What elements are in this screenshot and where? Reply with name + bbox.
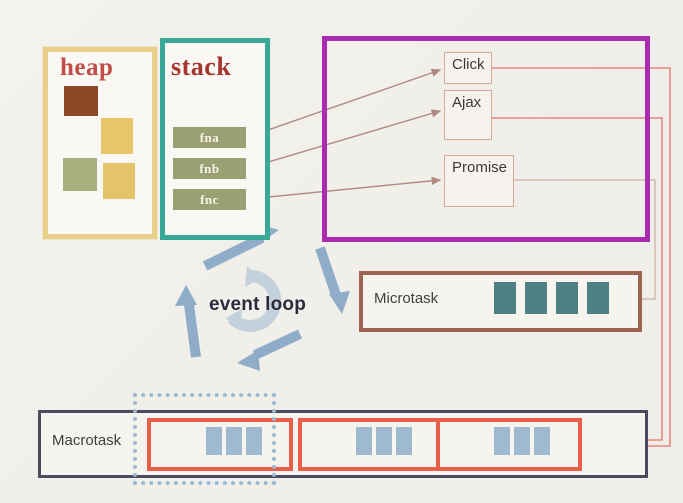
event-loop-label: event loop — [209, 294, 307, 315]
web-api-click[interactable]: Click — [444, 52, 492, 84]
heap-object — [103, 163, 135, 199]
heap-object — [101, 118, 133, 154]
macrotask-label: Macrotask — [52, 432, 122, 449]
macrotask-cell — [376, 427, 392, 455]
stack-frame-fnc[interactable]: fnc — [173, 189, 246, 210]
macrotask-cell — [356, 427, 372, 455]
macrotask-cell — [396, 427, 412, 455]
arrow-to-microtask — [315, 246, 350, 314]
diagram-canvas: heap stack fna fnb fnc Click Ajax Promis… — [0, 0, 683, 503]
web-api-ajax[interactable]: Ajax — [444, 90, 492, 140]
microtask-cell — [525, 282, 547, 314]
heap-object — [64, 86, 98, 116]
macrotask-cell — [534, 427, 550, 455]
heap-title: heap — [60, 54, 114, 81]
heap-object — [63, 158, 97, 191]
macrotask-cell — [494, 427, 510, 455]
stack-title: stack — [171, 52, 232, 81]
stack-frame-fna[interactable]: fna — [173, 127, 246, 148]
macrotask-cell — [514, 427, 530, 455]
web-api-promise[interactable]: Promise — [444, 155, 514, 207]
stack-frame-fnb[interactable]: fnb — [173, 158, 246, 179]
arrow-to-heap — [175, 285, 201, 358]
microtask-cell — [556, 282, 578, 314]
microtask-label: Microtask — [374, 290, 439, 307]
microtask-cell — [494, 282, 516, 314]
microtask-cell — [587, 282, 609, 314]
arrow-to-macrotask — [237, 329, 303, 371]
macrotask-selection-highlight[interactable] — [133, 393, 276, 485]
